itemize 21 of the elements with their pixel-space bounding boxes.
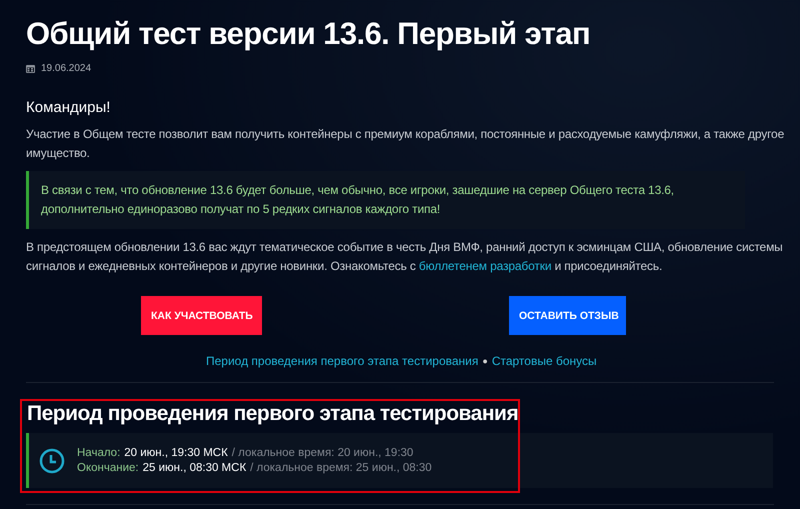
section-heading: Период проведения первого этапа тестирования: [26, 401, 520, 427]
action-button[interactable]: КАК УЧАСТВОВАТЬ: [141, 296, 262, 335]
greeting-heading: Командиры!: [26, 99, 112, 116]
time-label: Окончание:: [77, 462, 139, 474]
body-paragraph: В предстоящем обновлении 13.6 вас ждут тематическое событие в честь Дня ВМФ, ранний доступ к эсминцам США, обновление системы сигналов и ежедневных контейнеров и другие новинки. Ознакомьтесь с бюллетенем разработки и присоединяйтесь.: [26, 239, 784, 275]
intro-paragraph: Участие в Общем тесте позволит вам получить контейнеры с премиум кораблями, постоянные и расходуемые камуфляжи, а также другое имущество.: [26, 126, 786, 162]
time-value: 25 июн., 08:30 МСК: [142, 462, 246, 474]
bulletin-link[interactable]: бюллетенем разработки: [418, 259, 552, 273]
time-label: Начало:: [77, 447, 120, 459]
anchor-link[interactable]: Стартовые бонусы: [492, 354, 597, 368]
anchor-link[interactable]: Период проведения первого этапа тестирования: [206, 354, 478, 368]
time-value: 20 июн., 19:30 МСК: [124, 447, 228, 459]
notice-text: В связи с тем, что обновление 13.6 будет больше, чем обычно, все игроки, зашедшие на сервер Общего теста 13.6, дополнительно единоразово получат по 5 редких сигналов каждого типа!: [41, 182, 675, 218]
page-title: Общий тест версии 13.6. Первый этап: [26, 15, 592, 53]
local-time: / локальное время: 25 июн., 08:30: [250, 462, 432, 474]
local-time: / локальное время: 20 июн., 19:30: [232, 447, 414, 459]
publish-date: 19.06.2024: [41, 63, 92, 74]
separator-dot: ●: [482, 356, 488, 366]
calendar-icon: [26, 64, 35, 73]
action-button[interactable]: ОСТАВИТЬ ОТЗЫВ: [509, 296, 626, 335]
clock-icon: [39, 448, 65, 474]
